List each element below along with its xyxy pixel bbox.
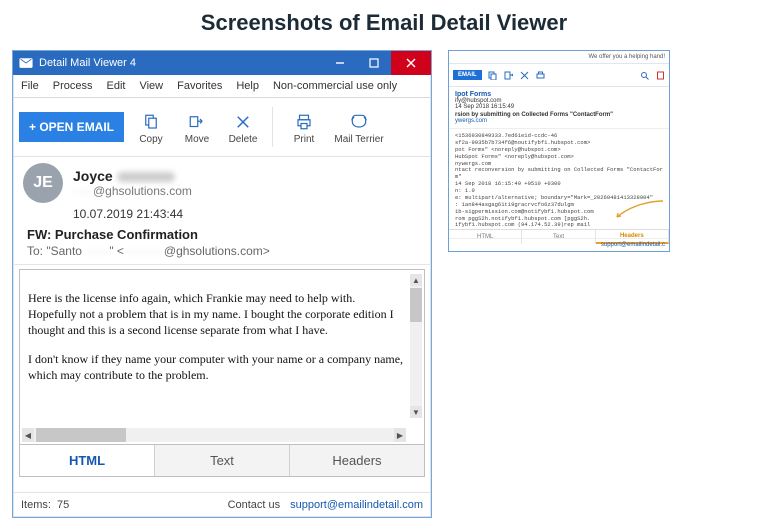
vertical-scrollbar[interactable]: ▲ ▼ — [410, 274, 422, 418]
move-icon — [188, 110, 206, 134]
annotation-arrow — [611, 199, 667, 221]
toolbar-print[interactable]: Print — [285, 110, 323, 145]
message-body-panel: Here is the license info again, which Fr… — [19, 269, 425, 445]
toolbar-group-tools: Print Mail Terrier — [285, 110, 387, 145]
r-site-link[interactable]: ywergs.com — [455, 118, 663, 124]
tab-text[interactable]: Text — [155, 444, 290, 476]
r-titlebar: We offer you a helping hand! — [449, 51, 669, 64]
toolbar-move[interactable]: Move — [178, 110, 216, 145]
status-bar: Items: 75 Contact us support@emailindeta… — [13, 492, 431, 517]
message-date: 10.07.2019 21:43:44 — [73, 207, 421, 221]
app-icon — [19, 56, 33, 70]
tab-html[interactable]: HTML — [20, 444, 155, 476]
scroll-right-arrow-icon[interactable]: ▶ — [394, 428, 406, 442]
toolbar-mail-terrier[interactable]: Mail Terrier — [331, 110, 387, 145]
body-paragraph: I don't know if they name your computer … — [28, 351, 406, 383]
horizontal-scrollbar[interactable]: ◀ ▶ — [22, 428, 406, 442]
r-sender-name: Ipot Forms — [455, 91, 663, 98]
ribbon-tab-email[interactable]: EMAIL — [453, 70, 482, 80]
message-body: Here is the license info again, which Fr… — [20, 270, 424, 426]
r-date: 14 Sep 2018 16:15:49 — [455, 104, 663, 110]
tab-headers[interactable]: Headers — [290, 444, 424, 476]
close-button[interactable] — [391, 51, 431, 75]
maximize-button[interactable] — [357, 51, 391, 75]
print-icon[interactable] — [536, 70, 546, 80]
r-ribbon: EMAIL — [449, 64, 669, 87]
menu-help[interactable]: Help — [236, 80, 259, 92]
body-view-tabs: HTML Text Headers — [19, 444, 425, 477]
open-email-button[interactable]: + OPEN EMAIL — [19, 112, 124, 142]
toolbar-separator — [272, 107, 273, 147]
screenshot-canvas: Detail Mail Viewer 4 File Process Edit V… — [0, 50, 768, 523]
menu-edit[interactable]: Edit — [106, 80, 125, 92]
minimize-button[interactable] — [323, 51, 357, 75]
menu-file[interactable]: File — [21, 80, 39, 92]
toolbar-copy-label: Copy — [139, 134, 162, 145]
menu-view[interactable]: View — [139, 80, 163, 92]
r-support-link[interactable]: support@emailindetail.c — [601, 242, 665, 248]
delete-icon[interactable] — [520, 70, 530, 80]
move-icon[interactable] — [504, 70, 514, 80]
sender-avatar: JE — [23, 163, 63, 203]
message-to: To: "Santo ······" <··········@ghsolutio… — [27, 244, 421, 258]
toolbar-delete[interactable]: Delete — [224, 110, 262, 145]
toolbar-print-label: Print — [294, 134, 315, 145]
print-icon — [295, 110, 313, 134]
message-header: JE Joyce ·····@ghsolutions.com 10.07.201… — [13, 157, 431, 265]
sender-name: Joyce — [73, 168, 192, 184]
page-heading: Screenshots of Email Detail Viewer — [0, 10, 768, 36]
scroll-left-arrow-icon[interactable]: ◀ — [22, 428, 34, 442]
menu-license-note: Non-commercial use only — [273, 80, 397, 92]
r-status-bar: support@emailindetail.c — [449, 238, 669, 251]
copy-icon[interactable] — [488, 70, 498, 80]
toolbar-mail-terrier-label: Mail Terrier — [334, 134, 383, 145]
status-items-label: Items: — [21, 499, 51, 511]
menu-process[interactable]: Process — [53, 80, 93, 92]
toolbar-move-label: Move — [185, 134, 209, 145]
sender-email: ·····@ghsolutions.com — [73, 184, 192, 198]
toolbar-copy[interactable]: Copy — [132, 110, 170, 145]
pdf-icon[interactable] — [655, 70, 665, 80]
body-paragraph: Here is the license info again, which Fr… — [28, 290, 406, 339]
window-detail-mail-viewer: Detail Mail Viewer 4 File Process Edit V… — [12, 50, 432, 518]
copy-icon — [142, 110, 160, 134]
window-headers-preview: We offer you a helping hand! EMAIL Ipot … — [448, 50, 670, 252]
r-helper-text: We offer you a helping hand! — [589, 54, 666, 60]
scroll-down-arrow-icon[interactable]: ▼ — [410, 406, 422, 418]
dog-icon — [349, 110, 369, 134]
scroll-up-arrow-icon[interactable]: ▲ — [410, 274, 422, 286]
sender-name-masked — [117, 172, 175, 182]
toolbar: + OPEN EMAIL Copy Move Delete — [13, 98, 431, 157]
window-controls — [323, 51, 431, 75]
search-icon[interactable] — [639, 70, 649, 80]
status-support-link[interactable]: support@emailindetail.com — [290, 499, 423, 511]
toolbar-group-file: Copy Move Delete — [132, 110, 262, 145]
status-contact-label: Contact us — [228, 499, 281, 511]
r-message-header: Ipot Forms ify@hubspot.com 14 Sep 2018 1… — [449, 87, 669, 129]
titlebar: Detail Mail Viewer 4 — [13, 51, 431, 75]
menu-favorites[interactable]: Favorites — [177, 80, 222, 92]
horizontal-scroll-thumb[interactable] — [36, 428, 126, 442]
menubar: File Process Edit View Favorites Help No… — [13, 75, 431, 98]
window-title: Detail Mail Viewer 4 — [39, 57, 136, 69]
vertical-scroll-thumb[interactable] — [410, 288, 422, 322]
toolbar-delete-label: Delete — [229, 134, 258, 145]
status-items-value: 75 — [57, 499, 69, 511]
delete-icon — [234, 110, 252, 134]
message-subject: FW: Purchase Confirmation — [27, 227, 421, 242]
